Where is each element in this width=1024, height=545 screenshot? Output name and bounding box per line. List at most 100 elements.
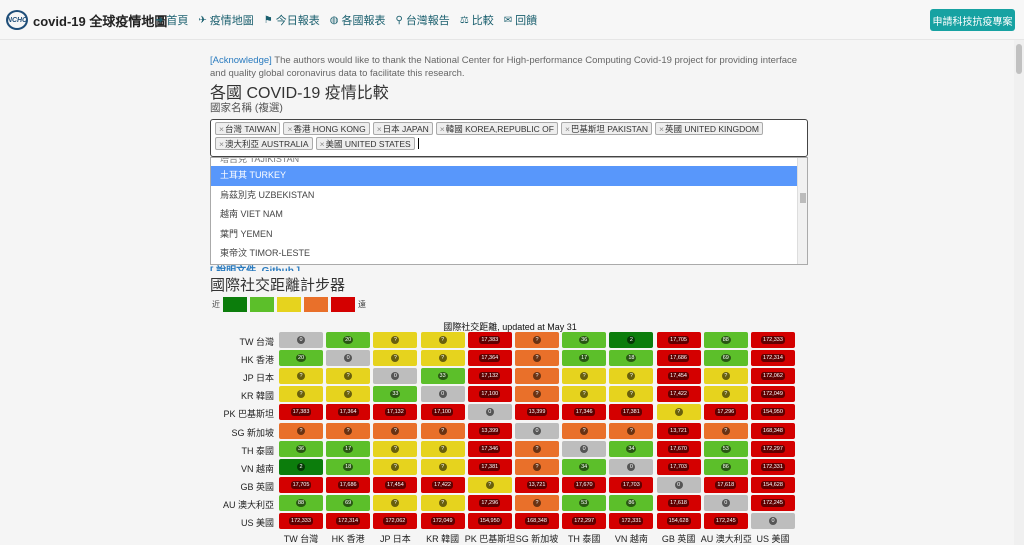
heatmap-cell[interactable]: 172,331 [609, 513, 654, 529]
heatmap-cell[interactable]: 33 [373, 386, 418, 403]
heatmap-cell[interactable]: ? [467, 476, 512, 493]
heatmap-cell[interactable]: 18 [326, 458, 371, 475]
heatmap-cell[interactable]: ? [562, 422, 607, 439]
heatmap-cell[interactable]: ? [373, 440, 418, 457]
page-scrollbar[interactable] [1014, 40, 1024, 545]
dropdown-scrollbar[interactable] [797, 158, 807, 264]
heatmap-cell[interactable]: 13,721 [656, 422, 701, 439]
heatmap-cell[interactable]: 0 [751, 513, 795, 529]
heatmap-cell[interactable]: ? [703, 368, 748, 385]
remove-tag-icon[interactable]: × [219, 139, 224, 149]
heatmap-cell[interactable]: 20 [326, 332, 371, 348]
heatmap-cell[interactable]: 17,686 [326, 476, 371, 493]
heatmap-cell[interactable]: 13,399 [467, 422, 512, 439]
heatmap-cell[interactable]: 17,670 [656, 440, 701, 457]
heatmap-cell[interactable]: ? [562, 386, 607, 403]
heatmap-cell[interactable]: 18 [609, 350, 654, 367]
heatmap-cell[interactable]: 36 [562, 332, 607, 348]
remove-tag-icon[interactable]: × [320, 139, 325, 149]
nav-item-0[interactable]: ➜ 首頁 [155, 12, 188, 28]
heatmap-cell[interactable]: 53 [703, 440, 748, 457]
heatmap-cell[interactable]: ? [420, 458, 465, 475]
nav-item-5[interactable]: ⚖ 比較 [460, 12, 494, 28]
nchc-logo[interactable]: NCHC [6, 10, 28, 30]
heatmap-cell[interactable]: 172,331 [751, 458, 795, 475]
heatmap-cell[interactable]: ? [515, 386, 559, 403]
heatmap-cell[interactable]: 0 [467, 404, 512, 421]
nav-item-6[interactable]: ✉ 回饋 [504, 12, 537, 28]
nav-item-4[interactable]: ⚲ 台灣報告 [395, 12, 449, 28]
nav-item-2[interactable]: ⚑ 今日報表 [264, 12, 320, 28]
heatmap-cell[interactable]: 53 [562, 494, 607, 511]
heatmap-cell[interactable]: 154,950 [467, 513, 512, 529]
docs-link[interactable]: [ 說明文件, Github ] [210, 262, 300, 271]
heatmap-cell[interactable]: 17,100 [420, 404, 465, 421]
selected-country-tag[interactable]: ×韓國 KOREA,REPUBLIC OF [435, 122, 558, 135]
heatmap-cell[interactable]: 13,721 [515, 476, 559, 493]
heatmap-cell[interactable]: 17,703 [609, 476, 654, 493]
heatmap-cell[interactable]: 172,049 [420, 513, 465, 529]
heatmap-cell[interactable]: ? [515, 440, 559, 457]
heatmap-cell[interactable]: ? [326, 368, 371, 385]
heatmap-cell[interactable]: 17,705 [656, 332, 701, 348]
heatmap-cell[interactable]: ? [326, 386, 371, 403]
heatmap-cell[interactable]: 168,348 [751, 422, 795, 439]
heatmap-cell[interactable]: ? [609, 386, 654, 403]
heatmap-cell[interactable]: 17,703 [656, 458, 701, 475]
heatmap-cell[interactable]: 17,686 [656, 350, 701, 367]
heatmap-cell[interactable]: 36 [279, 440, 323, 457]
heatmap-cell[interactable]: 69 [703, 350, 748, 367]
heatmap-cell[interactable]: 88 [703, 332, 748, 348]
heatmap-cell[interactable]: ? [515, 350, 559, 367]
heatmap-cell[interactable]: 69 [326, 494, 371, 511]
heatmap-cell[interactable]: 154,628 [656, 513, 701, 529]
heatmap-cell[interactable]: 0 [609, 458, 654, 475]
heatmap-cell[interactable]: 0 [279, 332, 323, 348]
heatmap-cell[interactable]: 172,062 [751, 368, 795, 385]
country-dropdown[interactable]: 塔吉克 TAJIKISTAN 土耳其 TURKEY 烏茲別克 UZBEKISTAN 越… [210, 157, 808, 265]
heatmap-cell[interactable]: 34 [562, 458, 607, 475]
heatmap-cell[interactable]: 172,297 [751, 440, 795, 457]
heatmap-cell[interactable]: ? [515, 332, 559, 348]
dropdown-option[interactable]: 土耳其 TURKEY [211, 166, 807, 186]
country-multiselect[interactable]: ×台灣 TAIWAN ×香港 HONG KONG ×日本 JAPAN ×韓國 KORE… [210, 119, 808, 157]
dropdown-scroll-thumb[interactable] [800, 193, 806, 203]
heatmap-cell[interactable]: 17,296 [703, 404, 748, 421]
remove-tag-icon[interactable]: × [565, 124, 570, 134]
heatmap-cell[interactable]: 17,100 [467, 386, 512, 403]
selected-country-tag[interactable]: ×台灣 TAIWAN [215, 122, 281, 135]
heatmap-cell[interactable]: ? [279, 386, 323, 403]
remove-tag-icon[interactable]: × [377, 124, 382, 134]
dropdown-option[interactable]: 塔吉克 TAJIKISTAN [211, 158, 807, 166]
apply-project-button[interactable]: 申請科技抗疫專案 [930, 9, 1015, 31]
heatmap-cell[interactable]: 0 [515, 422, 559, 439]
heatmap-cell[interactable]: 17,346 [467, 440, 512, 457]
heatmap-cell[interactable]: 154,950 [751, 404, 795, 421]
heatmap-cell[interactable]: 0 [326, 350, 371, 367]
heatmap-cell[interactable]: 17 [562, 350, 607, 367]
heatmap-cell[interactable]: 172,297 [562, 513, 607, 529]
remove-tag-icon[interactable]: × [440, 124, 445, 134]
heatmap-cell[interactable]: 2 [609, 332, 654, 348]
selected-country-tag[interactable]: ×日本 JAPAN [372, 122, 433, 135]
heatmap-cell[interactable]: 172,333 [279, 513, 323, 529]
brand-title[interactable]: covid-19 全球疫情地圖 [33, 11, 167, 30]
selected-country-tag[interactable]: ×澳大利亞 AUSTRALIA [215, 137, 313, 150]
heatmap-cell[interactable]: 172,062 [373, 513, 418, 529]
heatmap-cell[interactable]: 17,364 [326, 404, 371, 421]
heatmap-cell[interactable]: 17,132 [467, 368, 512, 385]
heatmap-cell[interactable]: ? [373, 350, 418, 367]
heatmap-cell[interactable]: ? [420, 422, 465, 439]
heatmap-cell[interactable]: 17,346 [562, 404, 607, 421]
dropdown-option[interactable]: 越南 VIET NAM [211, 205, 807, 225]
heatmap-cell[interactable]: ? [373, 422, 418, 439]
heatmap-cell[interactable]: ? [420, 440, 465, 457]
heatmap-cell[interactable]: 0 [420, 386, 465, 403]
heatmap-cell[interactable]: 0 [562, 440, 607, 457]
heatmap-cell[interactable]: ? [515, 494, 559, 511]
heatmap-cell[interactable]: 172,049 [751, 386, 795, 403]
heatmap-cell[interactable]: 17,364 [467, 350, 512, 367]
heatmap-cell[interactable]: 17,454 [373, 476, 418, 493]
heatmap-cell[interactable]: 17,383 [279, 404, 323, 421]
heatmap-cell[interactable]: 17,705 [279, 476, 323, 493]
